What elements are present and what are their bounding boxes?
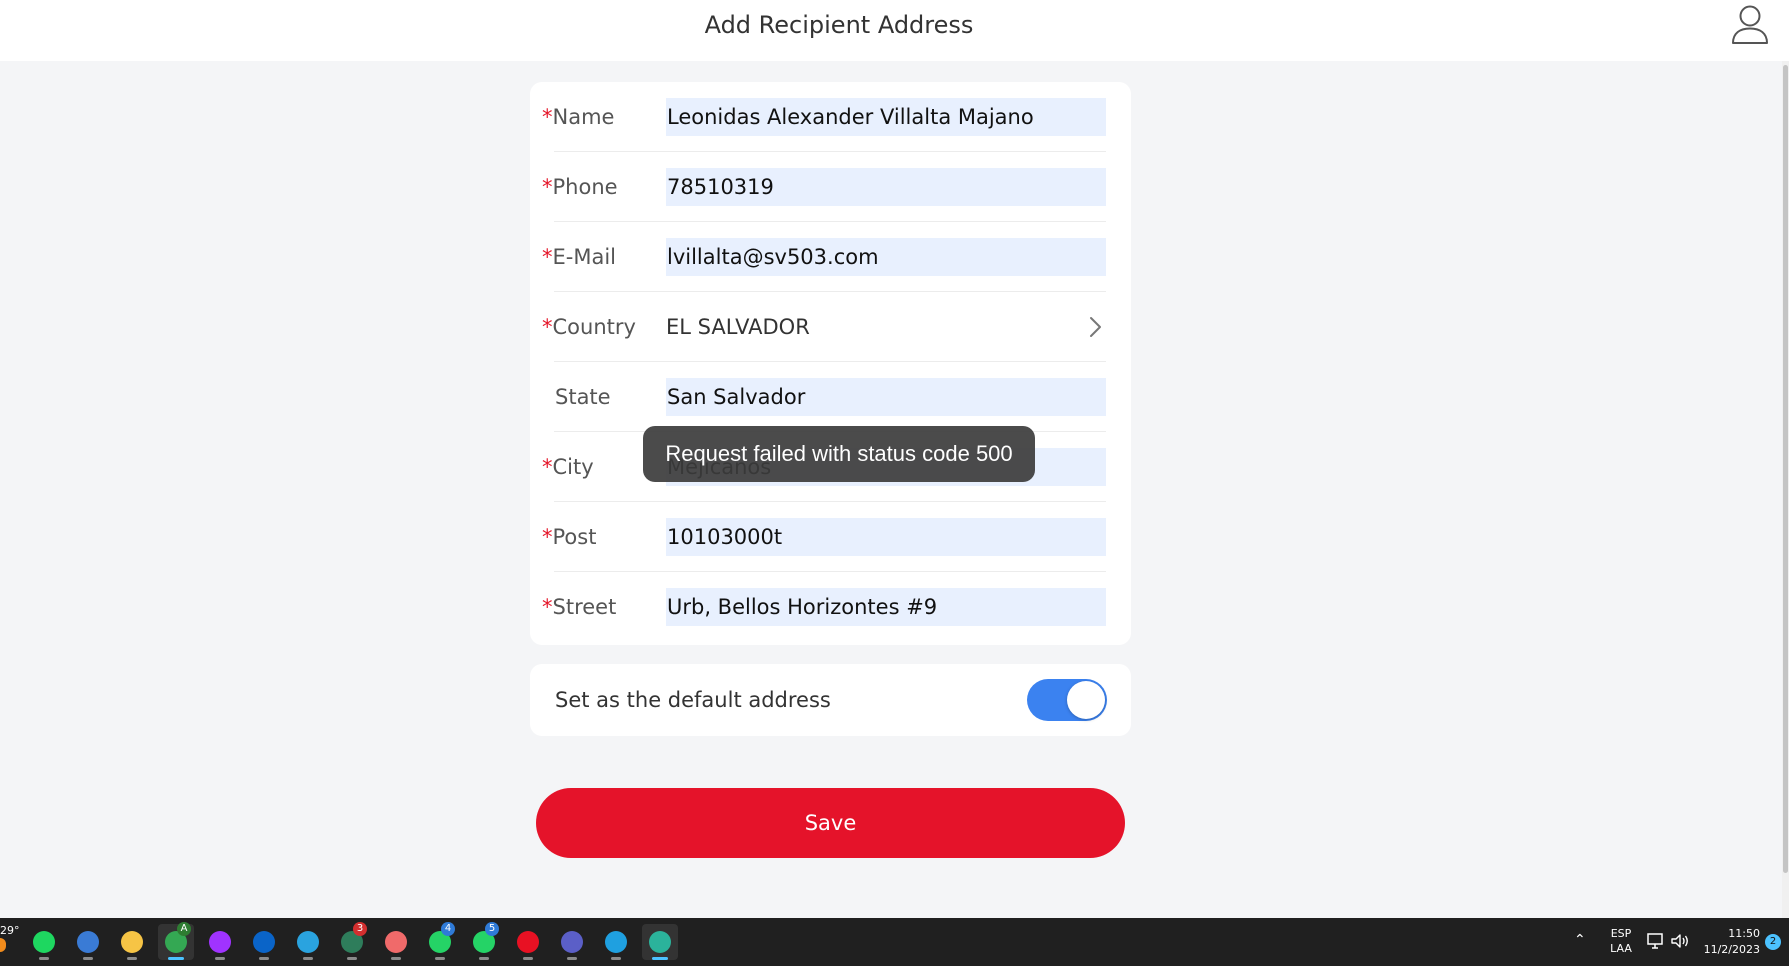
running-indicator	[435, 957, 445, 960]
running-indicator	[259, 957, 269, 960]
file-explorer-icon	[121, 931, 143, 953]
app-badge: A	[177, 922, 191, 936]
running-indicator	[303, 957, 313, 960]
running-indicator	[347, 957, 357, 960]
form-row-email: *E-Mail	[530, 222, 1131, 292]
running-indicator	[215, 957, 225, 960]
taskbar-link-app-button[interactable]	[598, 924, 634, 960]
running-indicator	[39, 957, 49, 960]
running-indicator	[567, 957, 577, 960]
default-address-toggle[interactable]	[1027, 679, 1107, 721]
running-indicator	[523, 957, 533, 960]
clock-date: 11/2/2023	[1703, 943, 1760, 956]
taskbar-notes-app-button[interactable]: 3	[334, 922, 370, 960]
taskbar-whatsapp-button[interactable]: 4	[422, 922, 458, 960]
taskbar-remote-desktop-button[interactable]	[70, 924, 106, 960]
taskbar-cube-app-button[interactable]	[642, 924, 678, 960]
scrollbar-thumb[interactable]	[1783, 65, 1788, 873]
country-selector-value[interactable]: EL SALVADOR	[666, 315, 810, 339]
running-indicator	[479, 957, 489, 960]
running-indicator	[652, 957, 668, 960]
street-input[interactable]	[666, 588, 1106, 626]
form-row-phone: *Phone	[530, 152, 1131, 222]
city-label: *City	[542, 455, 594, 479]
taskbar-spotify-button[interactable]	[26, 924, 62, 960]
taskbar-teams-button[interactable]	[554, 924, 590, 960]
keyboard-layout-code: LAA	[1610, 942, 1632, 955]
telegram-icon	[297, 931, 319, 953]
running-indicator	[127, 957, 137, 960]
page-scrollbar[interactable]	[1782, 61, 1789, 918]
running-indicator	[83, 957, 93, 960]
running-indicator	[611, 957, 621, 960]
app-header: Add Recipient Address	[0, 0, 1789, 61]
windows-taskbar: 29° A 3 4 5 ⌃ ESP LAA 11:50 11/2/2023 2	[0, 918, 1789, 966]
weather-temperature[interactable]: 29°	[0, 924, 20, 937]
clock-time: 11:50	[1728, 927, 1760, 940]
outlook-icon	[253, 931, 275, 953]
media-player-icon	[517, 931, 539, 953]
weather-icon[interactable]	[0, 938, 6, 952]
taskbar-whatsapp-business-button[interactable]: 5	[466, 922, 502, 960]
messenger-icon	[209, 931, 231, 953]
teams-icon	[561, 931, 583, 953]
error-toast: Request failed with status code 500	[643, 426, 1035, 482]
address-form-card: *Name *Phone *E-Mail *Country EL SALVADO…	[530, 82, 1131, 645]
form-row-street: *Street	[530, 572, 1131, 642]
show-hidden-icons-chevron-up-icon[interactable]: ⌃	[1574, 932, 1586, 948]
name-label: *Name	[542, 105, 615, 129]
chevron-right-icon[interactable]	[1082, 314, 1108, 340]
form-row-post: *Post	[530, 502, 1131, 572]
link-app-icon	[605, 931, 627, 953]
phone-label: *Phone	[542, 175, 618, 199]
app-badge: 3	[353, 922, 367, 936]
speaker-icon[interactable]	[1670, 932, 1690, 950]
taskbar-outlook-button[interactable]	[246, 924, 282, 960]
country-label: *Country	[542, 315, 636, 339]
app-badge: 5	[485, 922, 499, 936]
page-title: Add Recipient Address	[704, 11, 974, 39]
taskbar-messenger-button[interactable]	[202, 924, 238, 960]
taskbar-file-explorer-button[interactable]	[114, 924, 150, 960]
taskbar-chrome-button[interactable]: A	[158, 922, 194, 960]
remote-desktop-icon	[77, 931, 99, 953]
system-clock[interactable]: 11:50 11/2/2023	[1700, 926, 1760, 958]
save-button[interactable]: Save	[536, 788, 1125, 858]
email-input[interactable]	[666, 238, 1106, 276]
form-row-country[interactable]: *Country EL SALVADOR	[530, 292, 1131, 362]
user-icon[interactable]	[1730, 3, 1770, 45]
network-monitor-icon[interactable]	[1646, 932, 1666, 950]
email-label: *E-Mail	[542, 245, 617, 269]
asana-icon	[385, 931, 407, 953]
running-indicator	[391, 957, 401, 960]
language-code: ESP	[1610, 927, 1632, 940]
form-row-name: *Name	[530, 82, 1131, 152]
default-address-label: Set as the default address	[555, 688, 831, 712]
notification-count-badge[interactable]: 2	[1765, 934, 1781, 950]
taskbar-asana-button[interactable]	[378, 924, 414, 960]
state-input[interactable]	[666, 378, 1106, 416]
input-language-indicator[interactable]: ESP LAA	[1606, 926, 1636, 956]
form-row-state: State	[530, 362, 1131, 432]
taskbar-media-player-button[interactable]	[510, 924, 546, 960]
default-address-card: Set as the default address	[530, 664, 1131, 736]
spotify-icon	[33, 931, 55, 953]
phone-input[interactable]	[666, 168, 1106, 206]
name-input[interactable]	[666, 98, 1106, 136]
post-label: *Post	[542, 525, 597, 549]
app-badge: 4	[441, 922, 455, 936]
post-input[interactable]	[666, 518, 1106, 556]
running-indicator	[168, 957, 184, 960]
taskbar-telegram-button[interactable]	[290, 924, 326, 960]
state-label: State	[555, 385, 611, 409]
cube-app-icon	[649, 931, 671, 953]
toggle-knob	[1067, 681, 1105, 719]
street-label: *Street	[542, 595, 617, 619]
